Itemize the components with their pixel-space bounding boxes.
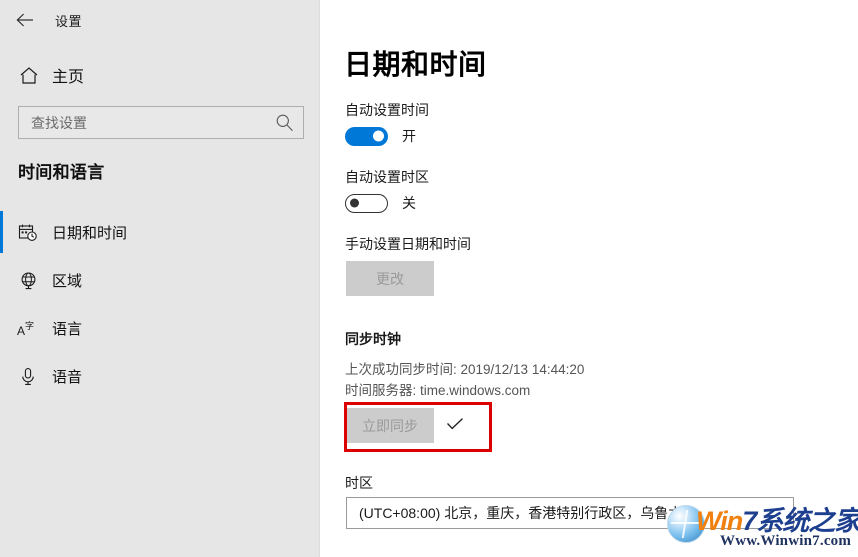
sidebar-item-label: 区域	[52, 272, 83, 290]
accent-bar	[0, 355, 3, 397]
sidebar-item-date-time[interactable]: 日期和时间	[0, 208, 320, 256]
home-label: 主页	[52, 69, 85, 86]
sidebar-item-label: 语音	[52, 368, 83, 386]
timezone-dropdown[interactable]: (UTC+08:00) 北京，重庆，香港特别行政区，乌鲁木齐	[346, 497, 794, 529]
last-sync-text: 上次成功同步时间: 2019/12/13 14:44:20	[345, 362, 585, 377]
auto-timezone-toggle[interactable]: 关	[345, 193, 416, 213]
search-box[interactable]	[18, 106, 304, 139]
back-arrow-icon	[16, 13, 33, 27]
auto-timezone-label: 自动设置时区	[345, 169, 429, 185]
toggle-switch-on[interactable]	[345, 126, 388, 146]
sidebar-section-title: 时间和语言	[18, 163, 105, 182]
microphone-icon	[17, 365, 39, 387]
svg-text:字: 字	[25, 320, 34, 331]
page-title: 日期和时间	[344, 49, 487, 80]
sidebar-item-speech[interactable]: 语音	[0, 352, 320, 400]
sidebar: 设置 主页 时间和语言	[0, 0, 320, 557]
sync-now-button[interactable]: 立即同步	[346, 408, 434, 443]
main-content: 日期和时间 自动设置时间 开 自动设置时区 关 手动设置日期和时间 更改 同步时…	[320, 0, 858, 557]
calendar-clock-icon	[17, 221, 39, 243]
sidebar-item-label: 日期和时间	[52, 224, 128, 242]
search-icon[interactable]	[275, 113, 294, 132]
titlebar: 设置	[0, 0, 320, 40]
home-icon	[17, 63, 41, 87]
sidebar-item-language[interactable]: A 字 语言	[0, 304, 320, 352]
toggle-knob	[350, 198, 359, 208]
window-title: 设置	[55, 14, 83, 29]
sync-clock-heading: 同步时钟	[345, 331, 401, 347]
sidebar-item-home[interactable]: 主页	[0, 60, 320, 90]
settings-window: 设置 主页 时间和语言	[0, 0, 858, 557]
timezone-selected-value: (UTC+08:00) 北京，重庆，香港特别行政区，乌鲁木齐	[359, 505, 697, 521]
accent-bar	[0, 307, 3, 349]
accent-bar	[0, 259, 3, 301]
auto-time-label: 自动设置时间	[345, 102, 429, 118]
manual-set-label: 手动设置日期和时间	[345, 236, 471, 252]
globe-icon	[17, 269, 39, 291]
svg-text:A: A	[17, 324, 25, 338]
sidebar-item-label: 语言	[52, 320, 83, 338]
auto-timezone-state: 关	[402, 195, 416, 211]
back-button[interactable]	[10, 6, 40, 34]
timezone-label: 时区	[345, 475, 373, 491]
time-server-text: 时间服务器: time.windows.com	[345, 383, 531, 398]
toggle-switch-off[interactable]	[345, 193, 388, 213]
search-input[interactable]	[31, 111, 251, 134]
auto-time-state: 开	[402, 128, 416, 144]
selected-accent-bar	[0, 211, 3, 253]
sidebar-nav-list: 日期和时间 区域 A 字 语言 语音	[0, 208, 320, 400]
auto-time-toggle[interactable]: 开	[345, 126, 416, 146]
change-button[interactable]: 更改	[346, 261, 434, 296]
language-a-icon: A 字	[17, 317, 39, 339]
sidebar-item-region[interactable]: 区域	[0, 256, 320, 304]
toggle-knob	[373, 130, 384, 142]
checkmark-icon	[444, 413, 466, 435]
